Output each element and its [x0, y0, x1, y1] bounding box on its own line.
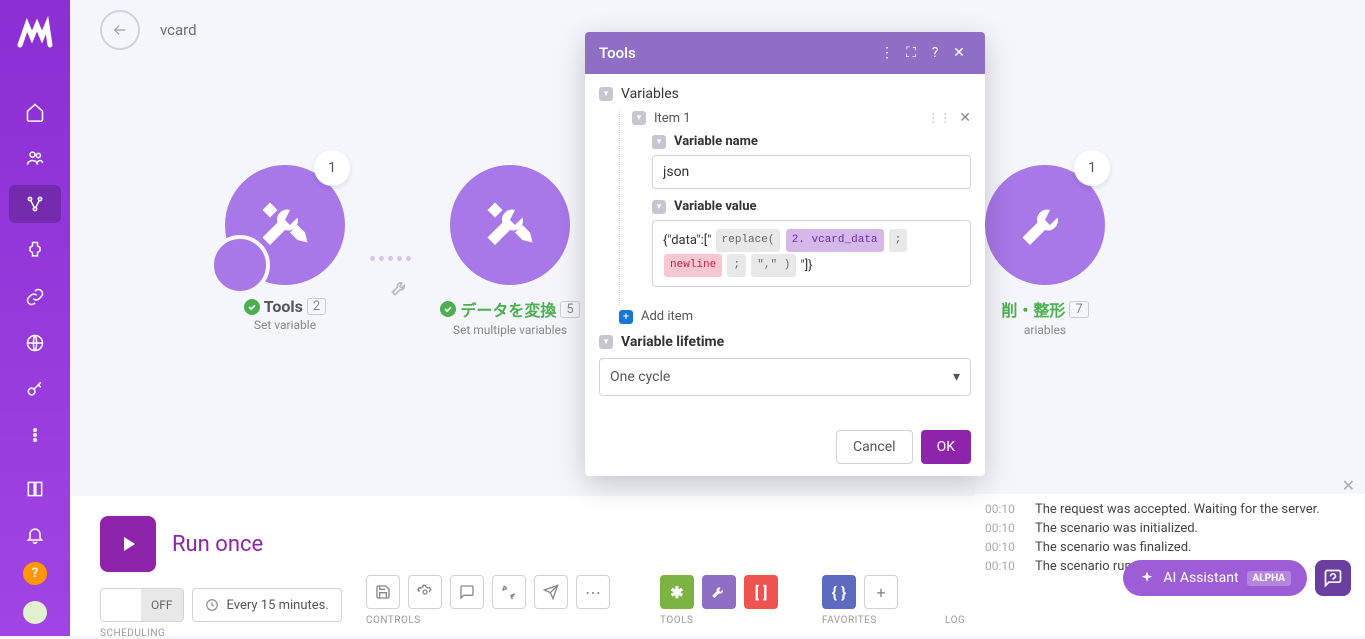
node-label: データを変換 [460, 297, 556, 321]
node-label: Tools [264, 297, 303, 316]
check-icon [244, 299, 260, 315]
node-count: 2 [307, 298, 326, 315]
tool-tools[interactable] [702, 575, 736, 609]
tools-label: TOOLS [660, 615, 778, 626]
drag-handle[interactable]: ⋮⋮ [927, 111, 951, 125]
ai-assistant-button[interactable]: AI Assistant ALPHA [1123, 560, 1307, 596]
lifetime-label: Variable lifetime [621, 334, 724, 350]
pill-sep[interactable]: ; [889, 229, 908, 252]
help-float-button[interactable] [1315, 560, 1351, 596]
node-sublabel: Set variable [254, 318, 316, 332]
nav-webhooks[interactable] [9, 324, 61, 362]
var-value-label: Variable value [674, 199, 757, 214]
add-item-button[interactable]: + Add item [619, 309, 971, 324]
explain-button[interactable] [534, 575, 568, 609]
scheduling-toggle[interactable]: OFF [100, 588, 184, 622]
connector [370, 255, 430, 261]
cancel-button[interactable]: Cancel [836, 430, 913, 464]
settings-button[interactable] [408, 575, 442, 609]
modal-title: Tools [599, 44, 875, 62]
nav-home[interactable] [9, 93, 61, 131]
check-icon [440, 301, 456, 317]
collapse-icon[interactable]: ▾ [652, 200, 666, 214]
pill-replace[interactable]: replace( [716, 229, 781, 252]
expand-icon[interactable]: ⛶ [899, 41, 923, 65]
chevron-down-icon: ▾ [953, 369, 960, 385]
sidebar: ? [0, 0, 70, 636]
help-icon[interactable]: ? [923, 41, 947, 65]
save-button[interactable] [366, 575, 400, 609]
pill-sep[interactable]: "," ) [751, 254, 796, 277]
scenario-node-2[interactable]: データを変換 5 Set multiple variables [440, 165, 580, 337]
controls-label: CONTROLS [366, 615, 610, 626]
item-label: Item 1 [654, 111, 919, 126]
add-favorite[interactable]: + [864, 575, 898, 609]
run-label: Run once [172, 532, 263, 557]
remove-item[interactable]: ✕ [959, 110, 971, 126]
pill-sep[interactable]: ; [727, 254, 746, 277]
tool-text[interactable]: [ ] [744, 575, 778, 609]
tool-flow[interactable]: ✱ [660, 575, 694, 609]
node-label: 削・整形 [1001, 297, 1065, 321]
favorite-json[interactable]: { } [822, 575, 856, 609]
collapse-icon[interactable]: ▾ [632, 111, 646, 125]
close-icon[interactable]: ✕ [947, 41, 971, 65]
schedule-chip[interactable]: Every 15 minutes. [192, 588, 342, 622]
scheduling-label: SCHEDULING [100, 628, 342, 639]
collapse-icon[interactable]: ▾ [599, 87, 613, 101]
collapse-icon[interactable]: ▾ [652, 135, 666, 149]
modal-footer: Cancel OK [585, 418, 985, 476]
nav-apps[interactable] [9, 231, 61, 269]
log-close[interactable]: ✕ [1342, 476, 1355, 495]
nav-users[interactable] [9, 139, 61, 177]
ok-button[interactable]: OK [921, 430, 971, 464]
more-controls[interactable]: ⋯ [576, 575, 610, 609]
modal-body: ▾ Variables ▾ Item 1 ⋮⋮ ✕ ▾ Variable nam… [585, 74, 985, 418]
var-name-label: Variable name [674, 134, 758, 149]
more-icon[interactable]: ⋮ [875, 41, 899, 65]
node-sublabel: Set multiple variables [453, 323, 567, 337]
plus-icon: + [619, 310, 633, 324]
nav-notifications[interactable] [9, 516, 61, 554]
variables-label: Variables [621, 86, 679, 102]
nav-connections[interactable] [9, 278, 61, 316]
var-name-input[interactable] [652, 155, 971, 189]
auto-align-button[interactable] [492, 575, 526, 609]
nav-more[interactable] [9, 416, 61, 454]
logo [15, 15, 55, 55]
nav-docs[interactable] [9, 470, 61, 508]
pill-newline[interactable]: newline [664, 254, 722, 277]
pill-source[interactable]: 2. vcard_data [786, 229, 884, 252]
run-button[interactable] [100, 516, 156, 572]
node-count: 7 [1069, 301, 1088, 318]
notes-button[interactable] [450, 575, 484, 609]
wrench-icon[interactable] [390, 278, 410, 298]
scenario-node-3[interactable]: 1 削・整形 7 ariables [975, 165, 1115, 337]
nav-scenarios[interactable] [9, 185, 61, 223]
node-sublabel: ariables [1024, 323, 1066, 337]
var-value-input[interactable]: {"data":[" replace( 2. vcard_data ; newl… [652, 220, 971, 287]
collapse-icon[interactable]: ▾ [599, 335, 613, 349]
node-badge: 1 [1074, 150, 1110, 186]
avatar[interactable] [23, 601, 47, 624]
log-label: LOG [945, 615, 965, 626]
help-badge[interactable]: ? [23, 562, 47, 585]
modal: Tools ⋮ ⛶ ? ✕ ▾ Variables ▾ Item 1 ⋮⋮ ✕ … [585, 32, 985, 476]
lifetime-select[interactable]: One cycle ▾ [599, 358, 971, 396]
modal-header: Tools ⋮ ⛶ ? ✕ [585, 32, 985, 74]
node-badge: 1 [314, 150, 350, 186]
favorites-label: FAVORITES [822, 615, 898, 626]
node-count: 5 [560, 301, 579, 318]
nav-keys[interactable] [9, 370, 61, 408]
scenario-node-1[interactable]: 1 Tools 2 Set variable [215, 165, 355, 332]
